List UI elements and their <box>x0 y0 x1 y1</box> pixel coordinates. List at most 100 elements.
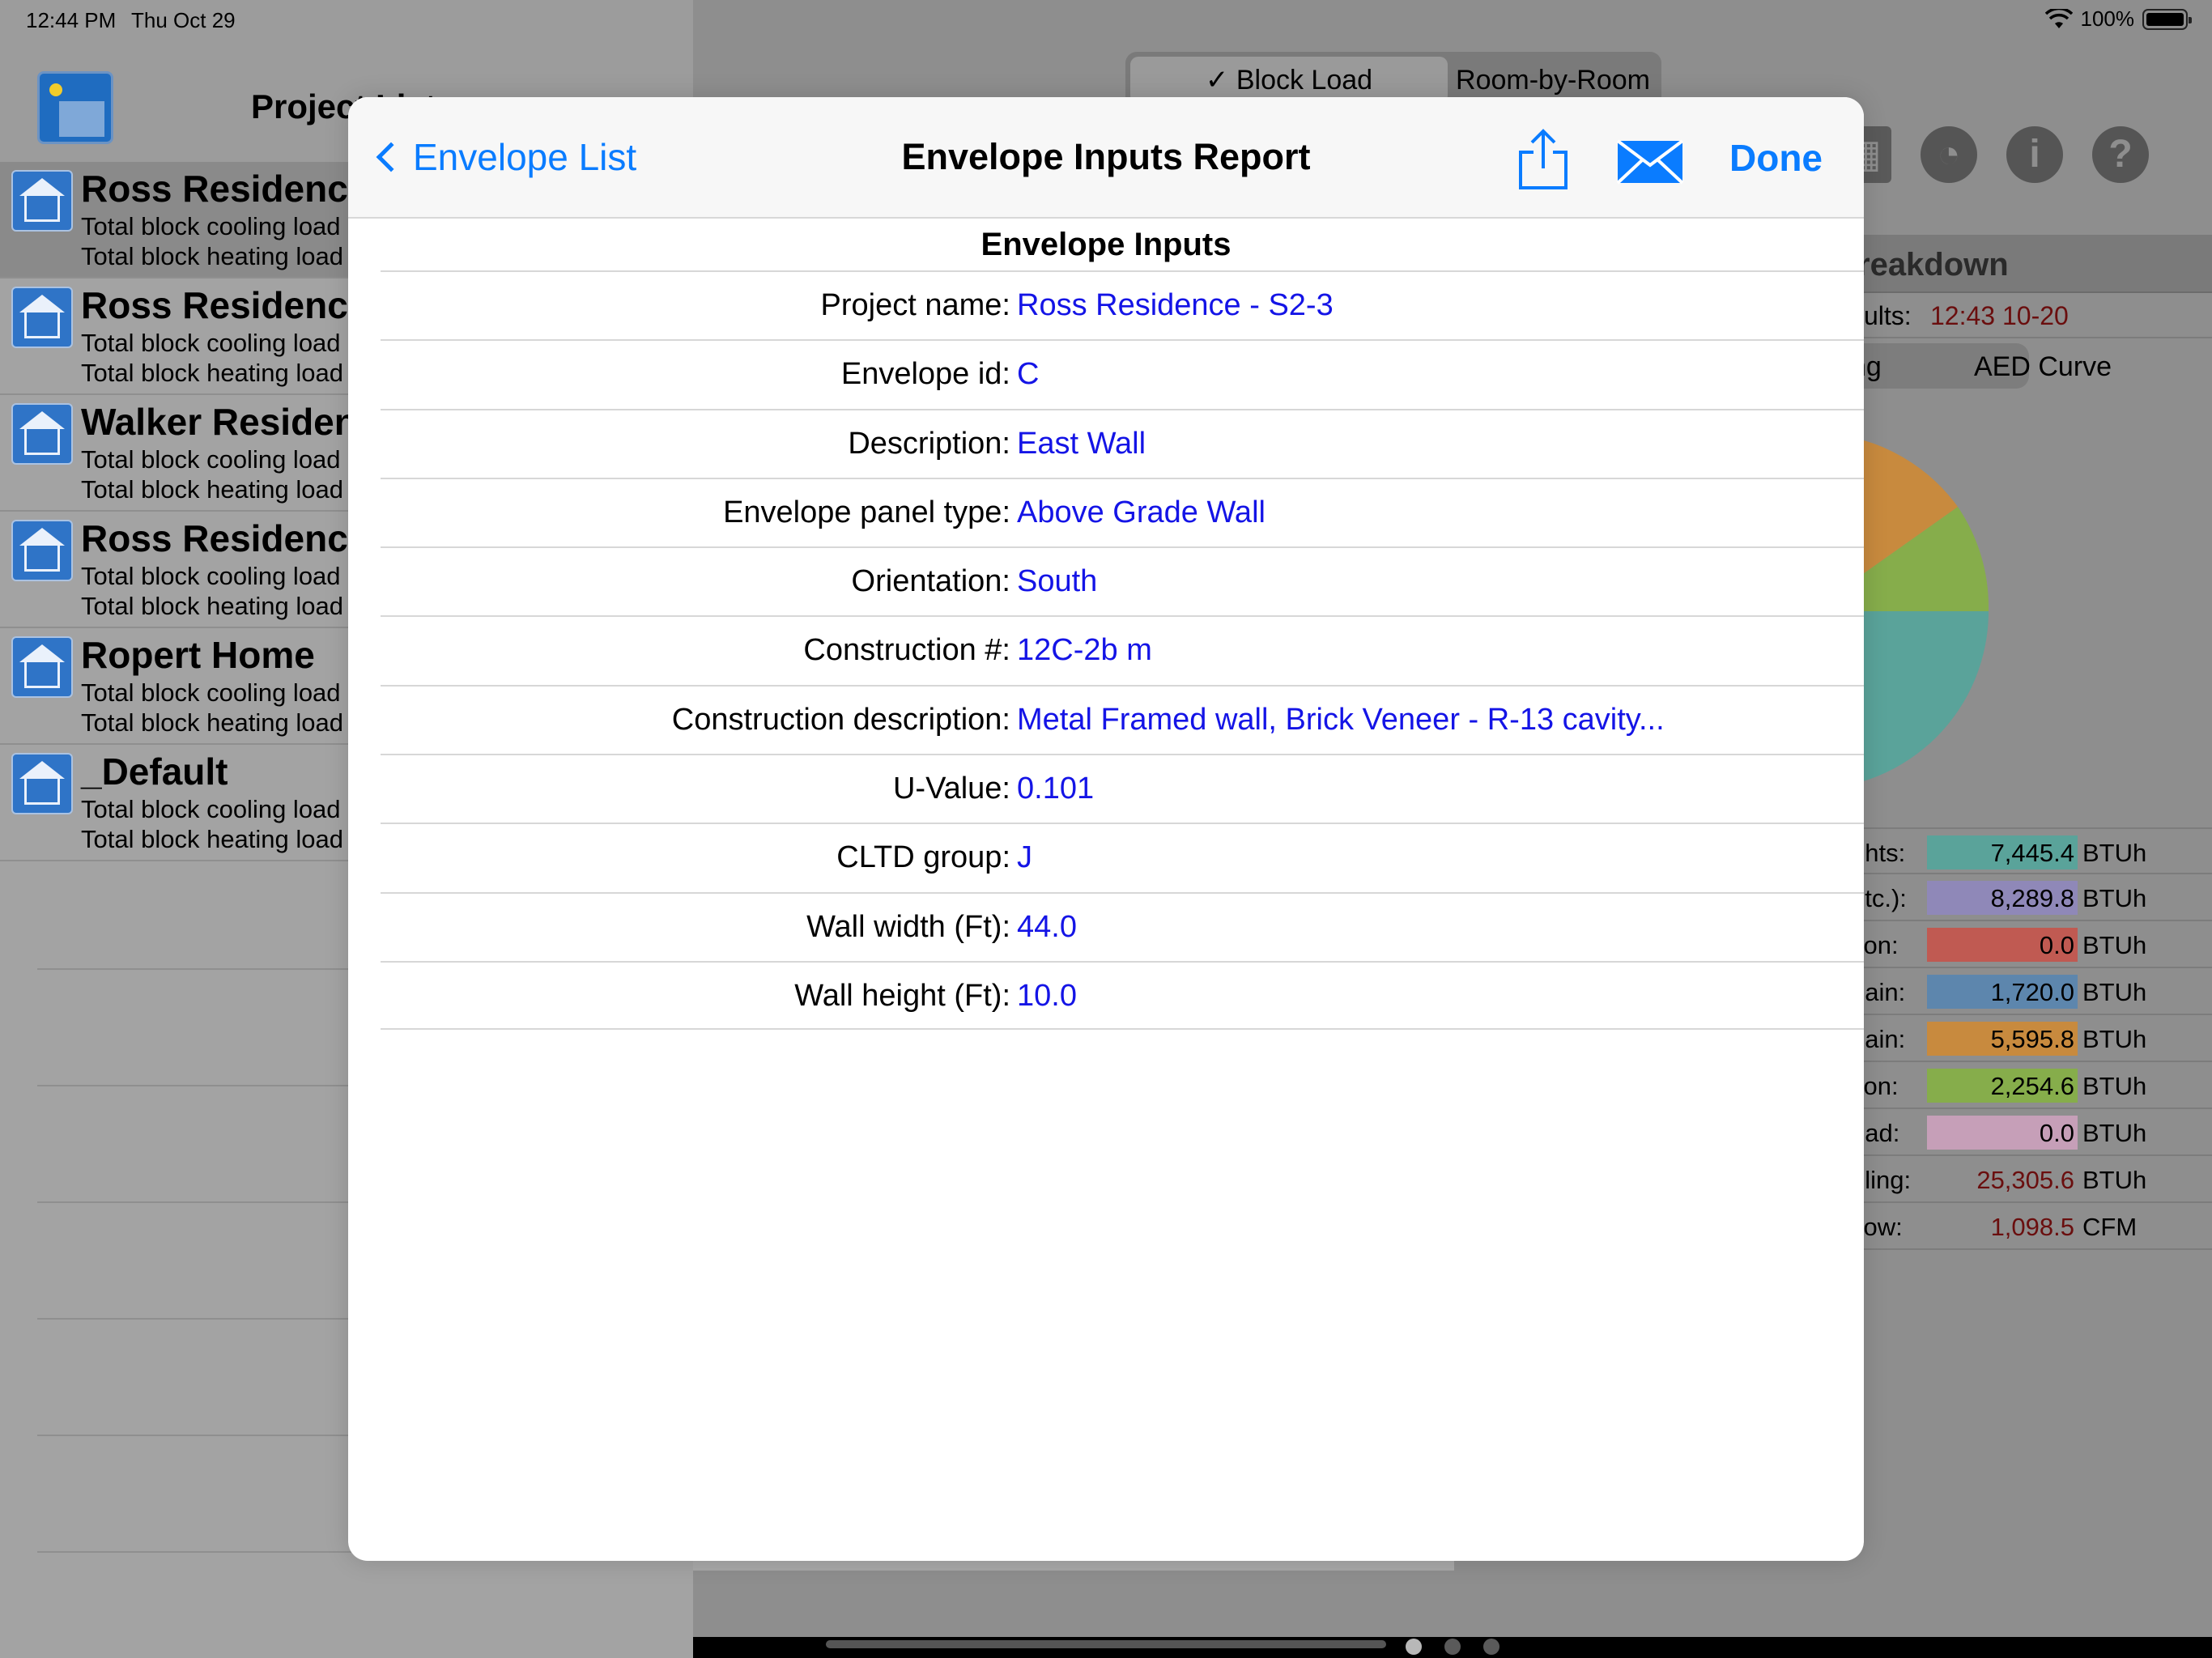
project-heating-load: Total block heating load <box>81 708 344 737</box>
back-button-label: Envelope List <box>413 136 637 178</box>
page-indicator[interactable] <box>1406 1639 1499 1655</box>
legend-unit: BTUh <box>2082 1025 2147 1053</box>
legend-value: 8,289.8 <box>1990 884 2074 912</box>
house-icon <box>11 403 73 465</box>
project-name: _Default <box>81 750 228 793</box>
section-title: Envelope Inputs <box>981 227 1231 262</box>
legend-unit: BTUh <box>2082 839 2147 867</box>
field-value: 12C-2b m <box>1017 633 1152 668</box>
field-label: Envelope panel type: <box>723 495 1010 529</box>
field-value: 10.0 <box>1017 978 1077 1013</box>
status-bar: 12:44 PM Thu Oct 29 100% <box>0 0 2212 39</box>
mail-icon[interactable] <box>1616 139 1684 185</box>
project-cooling-load: Total block cooling load <box>81 678 341 707</box>
legend-unit: BTUh <box>2082 931 2147 959</box>
legend-value: 5,595.8 <box>1990 1025 2074 1053</box>
legend-value: 7,445.4 <box>1990 839 2074 867</box>
results-time: 12:43 10-20 <box>1930 301 2069 330</box>
bottom-bar <box>693 1637 2212 1658</box>
field-label: U-Value: <box>892 772 1010 806</box>
chevron-left-icon <box>376 142 406 172</box>
field-label: Wall height (Ft): <box>794 978 1010 1013</box>
house-icon <box>11 753 73 814</box>
field-value: Metal Framed wall, Brick Veneer - R-13 c… <box>1017 702 1665 737</box>
segment-aed-curve[interactable]: AED Curve <box>1974 351 2112 383</box>
field-value: Ross Residence - S2-3 <box>1017 288 1334 322</box>
legend-unit: BTUh <box>2082 1072 2147 1100</box>
info-icon[interactable]: i <box>2006 126 2063 183</box>
field-value: 0.101 <box>1017 772 1095 806</box>
table-row: Envelope panel type: Above Grade Wall <box>381 477 1864 546</box>
status-indicators: 100% <box>2044 6 2192 32</box>
field-value: East Wall <box>1017 426 1146 461</box>
legend-value: 1,720.0 <box>1990 978 2074 1006</box>
table-row: Orientation: South <box>381 546 1864 615</box>
app-logo-icon[interactable] <box>37 71 113 144</box>
page-dot <box>1444 1639 1461 1655</box>
project-heating-load: Total block heating load <box>81 359 344 387</box>
project-cooling-load: Total block cooling load <box>81 795 341 823</box>
modal-nav-bar: Envelope Inputs Report Envelope List Don… <box>348 97 1864 219</box>
field-label: Envelope id: <box>840 357 1010 392</box>
pie-chart-icon[interactable]: ◔ <box>1921 126 1977 183</box>
back-button[interactable]: Envelope List <box>372 133 636 181</box>
envelope-inputs-table: Project name: Ross Residence - S2-3 Enve… <box>381 270 1864 1031</box>
table-row: Wall width (Ft): 44.0 <box>381 891 1864 961</box>
project-cooling-load: Total block cooling load <box>81 212 341 240</box>
project-heating-load: Total block heating load <box>81 825 344 853</box>
field-label: Construction description: <box>671 702 1010 737</box>
project-name: Ropert Home <box>81 634 315 676</box>
status-time: 12:44 PM <box>26 8 117 32</box>
page-dot <box>1483 1639 1499 1655</box>
field-label: CLTD group: <box>836 840 1010 875</box>
table-row: Envelope id: C <box>381 339 1864 408</box>
legend-unit: BTUh <box>2082 884 2147 912</box>
field-value: South <box>1017 564 1098 599</box>
project-cooling-load: Total block cooling load <box>81 445 341 474</box>
legend-value: 0.0 <box>2039 1119 2074 1147</box>
project-cooling-load: Total block cooling load <box>81 329 341 357</box>
field-value: J <box>1017 840 1032 875</box>
project-name: Ross Residence <box>81 517 369 559</box>
battery-icon <box>2142 8 2192 30</box>
house-icon <box>11 287 73 348</box>
legend-unit: BTUh <box>2082 1119 2147 1147</box>
project-heating-load: Total block heating load <box>81 592 344 620</box>
table-row: Project name: Ross Residence - S2-3 <box>381 270 1864 339</box>
legend-unit: BTUh <box>2082 1166 2147 1194</box>
legend-unit: BTUh <box>2082 978 2147 1006</box>
status-date: Thu Oct 29 <box>131 8 236 32</box>
field-label: Orientation: <box>851 564 1010 599</box>
house-icon <box>11 170 73 232</box>
house-icon <box>11 636 73 698</box>
breakdown-title: reakdown <box>1857 247 2009 283</box>
done-button[interactable]: Done <box>1729 136 1823 180</box>
help-icon[interactable]: ? <box>2092 126 2149 183</box>
table-row: Description: East Wall <box>381 408 1864 478</box>
legend-unit: CFM <box>2082 1213 2138 1241</box>
field-value: Above Grade Wall <box>1017 495 1266 529</box>
project-name: Ross Residence <box>81 284 369 326</box>
legend-value: 2,254.6 <box>1990 1072 2074 1100</box>
total-cooling-value: 25,305.6 <box>1976 1166 2074 1194</box>
field-label: Project name: <box>820 288 1010 322</box>
project-cooling-load: Total block cooling load <box>81 562 341 590</box>
envelope-inputs-report-sheet: Envelope Inputs Report Envelope List Don… <box>348 97 1864 1561</box>
field-value: C <box>1017 357 1040 392</box>
table-row: Construction #: 12C-2b m <box>381 615 1864 684</box>
field-label: Construction #: <box>803 633 1010 668</box>
field-value: 44.0 <box>1017 909 1077 944</box>
share-icon[interactable] <box>1514 126 1572 191</box>
project-heating-load: Total block heating load <box>81 242 344 270</box>
table-row: Construction description: Metal Framed w… <box>381 684 1864 754</box>
field-label: Description: <box>848 426 1010 461</box>
field-label: Wall width (Ft): <box>806 909 1010 944</box>
battery-percent: 100% <box>2080 6 2135 31</box>
home-indicator[interactable] <box>826 1640 1386 1648</box>
legend-value: 0.0 <box>2039 931 2074 959</box>
toolbar-icons: ▦ ◔ i ? <box>1835 126 2149 183</box>
page-dot <box>1406 1639 1422 1655</box>
wifi-icon <box>2044 8 2073 28</box>
table-row: Wall height (Ft): 10.0 <box>381 960 1864 1031</box>
airflow-value: 1,098.5 <box>1990 1213 2074 1241</box>
